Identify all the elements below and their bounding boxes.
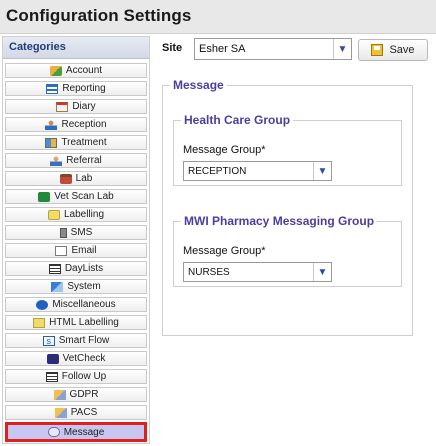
sidebar-item-label: Lab — [75, 173, 93, 184]
sidebar-item-label: Account — [65, 65, 103, 76]
sidebar-item-reception[interactable]: Reception — [5, 117, 147, 132]
miscellaneous-icon — [36, 299, 49, 310]
sidebar-item-label: Diary — [72, 101, 96, 112]
vetcheck-icon — [46, 353, 59, 364]
sidebar-item-label: Miscellaneous — [52, 299, 116, 310]
sidebar-item-daylists[interactable]: DayLists — [5, 261, 147, 276]
sidebar-item-pacs[interactable]: PACS — [5, 405, 147, 420]
sidebar-item-label: Treatment — [61, 137, 107, 148]
sidebar-item-label: System — [67, 281, 101, 292]
site-label: Site — [162, 42, 183, 54]
sidebar-item-label: Reporting — [62, 83, 106, 94]
sidebar-item-label: DayLists — [64, 263, 104, 274]
mwi-message-group-select[interactable]: NURSES ▼ — [183, 262, 332, 282]
save-button-label: Save — [389, 44, 415, 56]
title-bar: Configuration Settings — [0, 0, 436, 34]
sidebar-item-label: VetCheck — [62, 353, 106, 364]
sidebar-item-lab[interactable]: Lab — [5, 171, 147, 186]
sidebar-item-label: Labelling — [63, 209, 105, 220]
sidebar-item-label: Email — [71, 245, 97, 256]
reception-icon — [45, 119, 58, 130]
sidebar-item-label: HTML Labelling — [49, 317, 119, 328]
sidebar-item-email[interactable]: Email — [5, 243, 147, 258]
sidebar-item-system[interactable]: System — [5, 279, 147, 294]
sidebar-item-sms[interactable]: SMS — [5, 225, 147, 240]
sidebar-item-label: SMS — [70, 227, 93, 238]
sidebar-item-treatment[interactable]: Treatment — [5, 135, 147, 150]
site-select[interactable]: Esher SA ▼ — [194, 38, 352, 60]
reporting-icon — [46, 83, 59, 94]
gdpr-icon — [53, 389, 66, 400]
sidebar-item-miscellaneous[interactable]: Miscellaneous — [5, 297, 147, 312]
mwi-pharmacy-group-legend: MWI Pharmacy Messaging Group — [181, 214, 378, 228]
window-title: Configuration Settings — [6, 6, 192, 25]
floppy-disk-icon — [371, 44, 384, 56]
categories-header: Categories — [3, 37, 149, 59]
sidebar-item-vetcheck[interactable]: VetCheck — [5, 351, 147, 366]
smart-flow-icon: s — [42, 335, 55, 346]
site-select-value: Esher SA — [199, 43, 246, 55]
diary-icon — [56, 101, 69, 112]
sidebar-item-label: GDPR — [69, 389, 99, 400]
sidebar-item-label: Follow Up — [61, 371, 107, 382]
health-care-message-group-select[interactable]: RECEPTION ▼ — [183, 161, 332, 181]
pacs-icon — [54, 407, 67, 418]
sidebar-item-reporting[interactable]: Reporting — [5, 81, 147, 96]
sidebar-item-account[interactable]: Account — [5, 63, 147, 78]
labelling-icon — [47, 209, 60, 220]
message-legend: Message — [170, 78, 227, 92]
mwi-pharmacy-group-fieldset: MWI Pharmacy Messaging Group Message Gro… — [173, 214, 402, 287]
mwi-message-group-label: Message Group* — [183, 245, 266, 257]
account-icon — [49, 65, 62, 76]
category-list: Account Reporting Diary Reception Treatm… — [5, 63, 147, 445]
chevron-down-icon[interactable]: ▼ — [333, 39, 351, 59]
message-icon — [47, 427, 60, 437]
html-labelling-icon — [33, 317, 46, 328]
chevron-down-icon[interactable]: ▼ — [313, 263, 331, 281]
sidebar-item-message[interactable]: Message — [5, 422, 147, 442]
sidebar-item-gdpr[interactable]: GDPR — [5, 387, 147, 402]
sms-icon — [59, 227, 67, 238]
system-icon — [51, 281, 64, 292]
health-care-group-fieldset: Health Care Group Message Group* RECEPTI… — [173, 113, 402, 186]
sidebar-item-labelling[interactable]: Labelling — [5, 207, 147, 222]
vet-scan-lab-icon — [38, 191, 51, 202]
sidebar-item-label: Reception — [61, 119, 107, 130]
daylists-icon — [48, 263, 61, 274]
settings-panel: Site Esher SA ▼ Save Message Health Care… — [152, 36, 436, 446]
sidebar-item-smart-flow[interactable]: s Smart Flow — [5, 333, 147, 348]
treatment-icon — [45, 137, 58, 148]
sidebar-item-follow-up[interactable]: Follow Up — [5, 369, 147, 384]
referral-icon — [50, 155, 63, 166]
message-fieldset: Message Health Care Group Message Group*… — [162, 78, 413, 336]
follow-up-icon — [45, 371, 58, 382]
sidebar-item-label: Referral — [66, 155, 102, 166]
sidebar-item-html-labelling[interactable]: HTML Labelling — [5, 315, 147, 330]
sidebar-item-referral[interactable]: Referral — [5, 153, 147, 168]
save-button[interactable]: Save — [358, 39, 428, 61]
categories-sidebar: Categories Account Reporting Diary Recep… — [2, 36, 150, 444]
health-care-group-legend: Health Care Group — [181, 113, 294, 127]
sidebar-item-vet-scan-lab[interactable]: Vet Scan Lab — [5, 189, 147, 204]
mwi-message-group-value: NURSES — [188, 267, 230, 278]
lab-icon — [59, 173, 72, 184]
health-care-message-group-label: Message Group* — [183, 144, 266, 156]
chevron-down-icon[interactable]: ▼ — [313, 162, 331, 180]
site-row: Site Esher SA ▼ Save — [152, 36, 436, 64]
sidebar-item-label: PACS — [70, 407, 98, 418]
sidebar-item-label: Message — [63, 426, 105, 438]
sidebar-item-label: Smart Flow — [58, 335, 110, 346]
sidebar-item-diary[interactable]: Diary — [5, 99, 147, 114]
email-icon — [55, 245, 68, 256]
health-care-message-group-value: RECEPTION — [188, 166, 247, 177]
sidebar-item-label: Vet Scan Lab — [54, 191, 114, 202]
